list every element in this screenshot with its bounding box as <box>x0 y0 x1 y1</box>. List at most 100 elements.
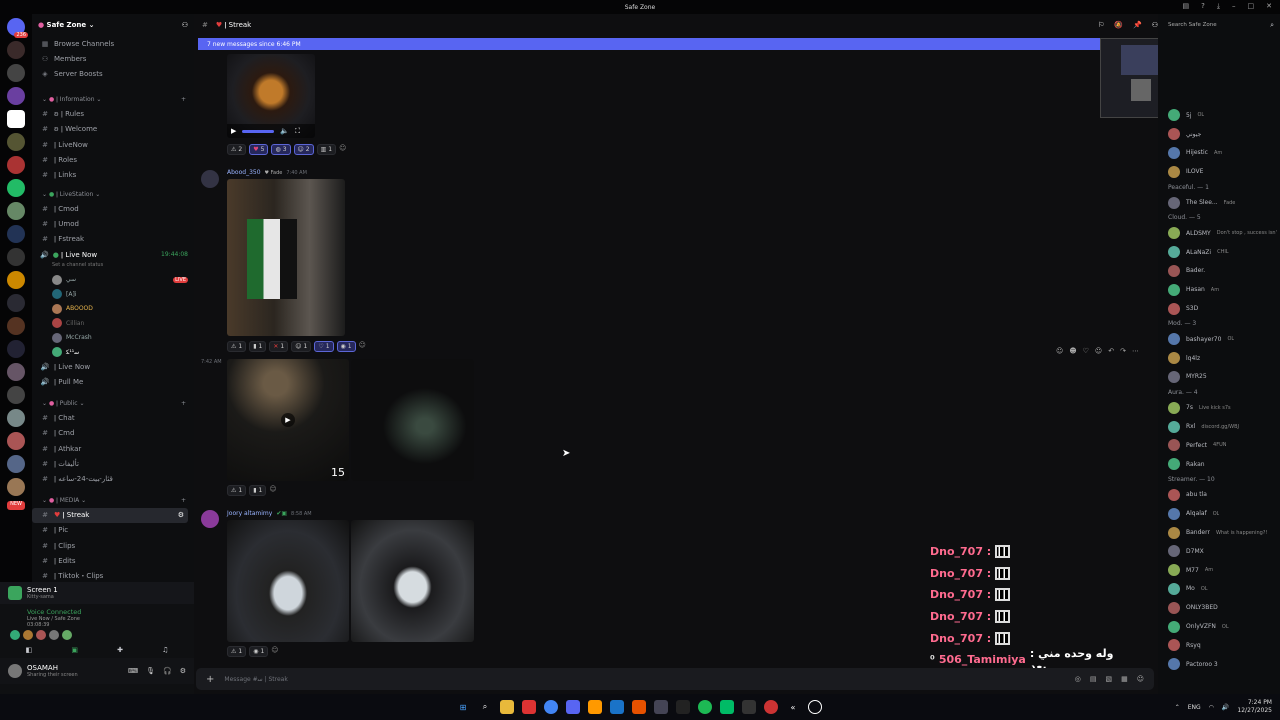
voice-user[interactable]: ﺳﻲ LIVE <box>32 272 194 287</box>
close-button[interactable]: ✕ <box>1266 2 1272 11</box>
avatar[interactable] <box>201 510 219 528</box>
reaction[interactable]: ♥ 5 <box>249 144 269 155</box>
screen-share-row[interactable]: Screen 1 Kitty-sama <box>0 582 194 604</box>
image-attachment[interactable] <box>351 359 474 481</box>
volume-icon[interactable]: 🔊 <box>1222 704 1229 711</box>
reaction[interactable]: ☺ 1 <box>291 341 312 352</box>
channel-status[interactable]: Set a channel status <box>32 262 194 272</box>
reaction[interactable]: ☺ 2 <box>293 144 314 155</box>
channel-streak[interactable]: # ♥ ǀ Streak ⚙ <box>32 507 188 523</box>
channel-arabic-1[interactable]: # ǀ ﺗﺄﻟﻴﻔﺎت <box>32 456 194 471</box>
maximize-button[interactable]: □ <box>1248 2 1255 11</box>
channel-welcome[interactable]: # ʚ ǀ Welcome <box>32 122 194 137</box>
channel-roles[interactable]: # ǀ Roles <box>32 152 194 167</box>
channel-umod[interactable]: # ǀ Umod <box>32 217 194 232</box>
app-icon[interactable] <box>654 700 668 714</box>
member-item[interactable]: 7s Live kick s7s <box>1158 398 1280 417</box>
new-messages-bar[interactable]: 7 new messages since 6:46 PM <box>198 38 1150 50</box>
voice-user[interactable]: McCrash <box>32 330 194 345</box>
pin-icon[interactable]: 📌 <box>1133 21 1142 29</box>
volume-icon[interactable]: 🔈 <box>280 127 289 135</box>
member-item[interactable]: Mo OL <box>1158 580 1280 599</box>
game-icon[interactable]: ⌨ <box>128 667 138 675</box>
browse-channels[interactable]: ▦ Browse Channels <box>32 36 194 51</box>
server-icon[interactable] <box>7 179 25 197</box>
voice-channel-live-now[interactable]: 🔊 ● ǀ Live Now 19:44:08 <box>32 247 194 262</box>
member-item[interactable]: Rsyq <box>1158 636 1280 655</box>
server-icon[interactable] <box>7 156 25 174</box>
member-item[interactable]: Pactoroo 3 <box>1158 655 1280 674</box>
member-item[interactable]: Rxl discord.gg/WBJ <box>1158 417 1280 436</box>
app-icon[interactable] <box>742 700 756 714</box>
server-icon[interactable] <box>7 271 25 289</box>
tray-chevron-icon[interactable]: ⌃ <box>1175 704 1180 711</box>
clock[interactable]: 7:24 PM 12/27/2025 <box>1237 699 1272 715</box>
app-icon[interactable] <box>720 700 734 714</box>
message-image[interactable] <box>227 179 345 336</box>
add-attachment-icon[interactable]: + <box>206 674 214 685</box>
server-icon[interactable] <box>7 317 25 335</box>
member-item[interactable]: Perfect 4FUN <box>1158 436 1280 455</box>
add-reaction-icon[interactable]: ☺ <box>271 646 278 657</box>
app-icon[interactable] <box>632 700 646 714</box>
emoji-icon[interactable]: ☺ <box>1137 675 1144 683</box>
heart-icon[interactable]: ♡ <box>1083 347 1089 355</box>
chrome-icon[interactable] <box>544 700 558 714</box>
reaction[interactable]: ▥ 1 <box>316 144 337 155</box>
member-item[interactable]: 5j OL <box>1158 106 1280 125</box>
member-item[interactable]: abu tla <box>1158 486 1280 505</box>
server-icon[interactable] <box>7 432 25 450</box>
soundboard-icon[interactable]: ♫ <box>162 646 168 654</box>
channel-cmod[interactable]: # ǀ Cmod <box>32 202 194 217</box>
play-icon[interactable]: ▶ <box>281 413 295 427</box>
member-item[interactable]: MYR25 <box>1158 368 1280 387</box>
channel-rules[interactable]: # ʚ ǀ Rules <box>32 107 194 122</box>
spotify-icon[interactable] <box>698 700 712 714</box>
video-progress[interactable] <box>242 129 275 133</box>
category-livestation[interactable]: ⌄ ● ǀ LiveStation ⌄ <box>32 187 194 202</box>
minimize-button[interactable]: – <box>1232 2 1236 11</box>
channel-edits[interactable]: # ǀ Edits <box>32 553 194 568</box>
server-icon[interactable] <box>7 225 25 243</box>
member-item[interactable]: bashayer70 OL <box>1158 330 1280 349</box>
reaction[interactable]: ◉ 1 <box>249 646 269 657</box>
gif-icon[interactable]: ▤ <box>1090 675 1097 683</box>
reaction[interactable]: ▮ 1 <box>249 485 267 496</box>
channel-tiktok-clips[interactable]: # ǀ Tiktok・Clips <box>32 568 194 582</box>
channel-arabic-2[interactable]: # ǀ ﻗﺜﺎﺭ-ﺒﻴﺖ-24-ﺳﺎﻋﻪ <box>32 471 194 486</box>
mic-icon[interactable]: 🎙 <box>146 667 155 675</box>
author-name[interactable]: Abood_350 <box>227 169 261 176</box>
avatar[interactable] <box>8 664 22 678</box>
play-icon[interactable]: ▶ <box>231 127 236 135</box>
author-name[interactable]: Joory altamimy <box>227 510 272 517</box>
react-icon[interactable]: ☻ <box>1069 347 1076 355</box>
app-icon[interactable] <box>808 700 822 714</box>
activities-icon[interactable]: ✚ <box>117 646 123 654</box>
more-icon[interactable]: ⋯ <box>1132 347 1139 355</box>
reaction[interactable]: ⚠ 1 <box>227 485 247 496</box>
member-item[interactable]: M77 Am <box>1158 561 1280 580</box>
app-icon[interactable] <box>588 700 602 714</box>
app-icon[interactable] <box>522 700 536 714</box>
avatar[interactable] <box>201 170 219 188</box>
file-explorer-icon[interactable] <box>500 700 514 714</box>
member-item[interactable]: ALaNaZi CHIL <box>1158 243 1280 262</box>
mute-icon[interactable]: 🔕 <box>1114 21 1123 29</box>
server-icon[interactable] <box>7 455 25 473</box>
voice-user[interactable]: Cillian <box>32 316 194 331</box>
react-icon[interactable]: ☺ <box>1056 347 1063 355</box>
camera-off-icon[interactable]: ◧ <box>26 646 33 654</box>
category-public[interactable]: ⌄ ● ǀ Public ⌄ + <box>32 396 194 411</box>
voice-user[interactable]: ABOOOD <box>32 301 194 316</box>
server-header[interactable]: ● Safe Zone ⌄ ⚇ <box>32 14 194 36</box>
server-icon[interactable] <box>7 478 25 496</box>
reaction[interactable]: ⚠ 1 <box>227 341 247 352</box>
member-item[interactable]: ILOVE <box>1158 162 1280 181</box>
wifi-icon[interactable]: ◠ <box>1209 704 1214 711</box>
server-icon[interactable] <box>7 110 25 128</box>
member-item[interactable]: lq4lz <box>1158 349 1280 368</box>
discord-icon[interactable] <box>566 700 580 714</box>
category-information[interactable]: ⌄ ● ǀ Information ⌄ + <box>32 92 194 107</box>
add-reaction-icon[interactable]: ☺ <box>359 341 366 352</box>
search-input[interactable]: Search Safe Zone <box>1168 22 1217 28</box>
